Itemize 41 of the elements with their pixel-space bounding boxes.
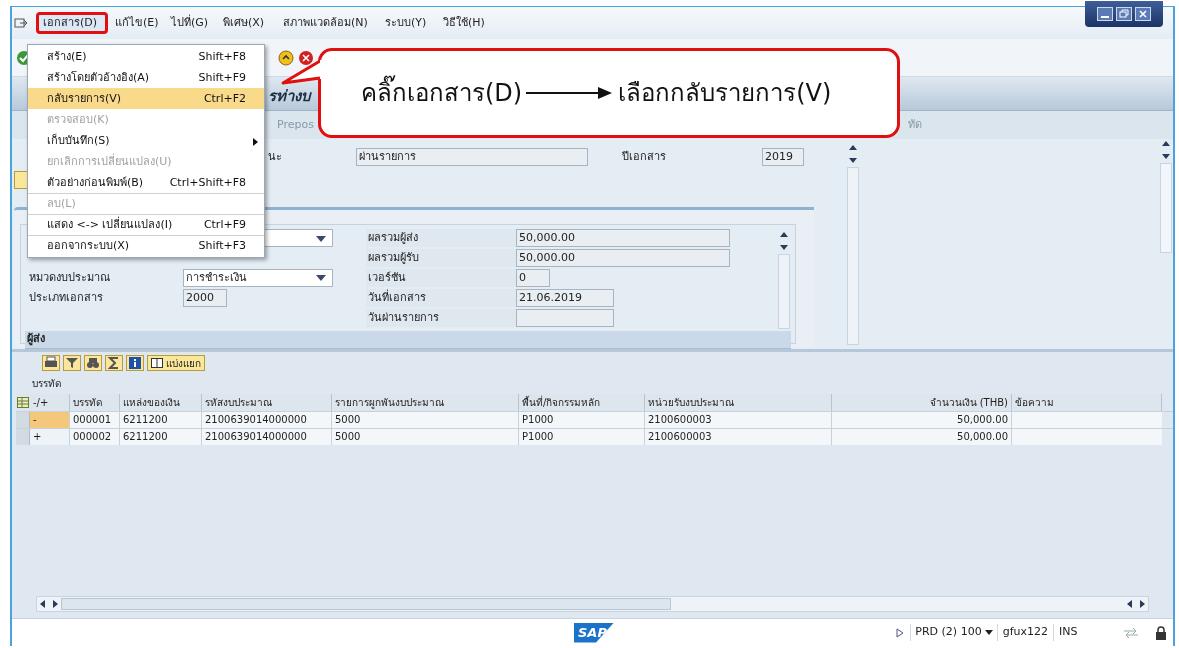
sap-logo: SAP xyxy=(574,622,614,643)
table-cell: 6211200 xyxy=(120,412,202,428)
user-name: gfux122 xyxy=(996,624,1053,641)
status-field: ผ่านรายการ xyxy=(356,148,588,166)
table-cell: 2100639014000000 xyxy=(202,412,332,428)
input-field: 0 xyxy=(516,269,550,287)
input-field: 21.06.2019 xyxy=(516,289,614,307)
table-cell: - xyxy=(30,412,70,428)
table-cell: 5000 xyxy=(332,412,519,428)
field-label: วันที่เอกสาร xyxy=(366,289,518,307)
table-cell: 50,000.00 xyxy=(832,429,1012,445)
instruction-text: คลิ๊กเอกสาร(D) xyxy=(361,75,523,111)
table-cell: 5000 xyxy=(332,429,519,445)
table-cell: 50,000.00 xyxy=(832,412,1012,428)
table-cell: 2100639014000000 xyxy=(202,429,332,445)
table-cell: P1000 xyxy=(519,412,645,428)
table-cell: 2100600003 xyxy=(645,412,832,428)
field-label: หมวดงบประมาณ xyxy=(29,269,111,286)
input-field: 50,000.00 xyxy=(516,249,730,267)
input-field: 50,000.00 xyxy=(516,229,730,247)
field-label: ประเภทเอกสาร xyxy=(29,289,104,306)
table-cell: P1000 xyxy=(519,429,645,445)
table-cell: 6211200 xyxy=(120,429,202,445)
year-field: 2019 xyxy=(762,148,804,166)
field-label: ผลรวมผู้รับ xyxy=(366,249,518,267)
table-cell: 000001 xyxy=(70,412,120,428)
field-label: วันผ่านรายการ xyxy=(366,309,518,327)
section-title: ผู้ส่ง xyxy=(27,331,45,348)
table-cell: 2100600003 xyxy=(645,429,832,445)
field-label: ปีเอกสาร xyxy=(622,148,667,165)
field-label: นะ xyxy=(268,148,283,165)
table-title: บรรทัด xyxy=(31,377,62,391)
screen-title: รท่างบ xyxy=(268,86,311,108)
field-label: ผลรวมผู้ส่ง xyxy=(366,229,518,247)
field-label: เวอร์ชัน xyxy=(366,269,518,287)
table-cell: + xyxy=(30,429,70,445)
input-mode: INS xyxy=(1053,624,1113,641)
table-cell: 000002 xyxy=(70,429,120,445)
system-info: PRD (2) 100 xyxy=(915,624,982,641)
instruction-text: เลือกกลับรายการ(V) xyxy=(618,78,832,109)
input-field: 2000 xyxy=(183,289,227,307)
